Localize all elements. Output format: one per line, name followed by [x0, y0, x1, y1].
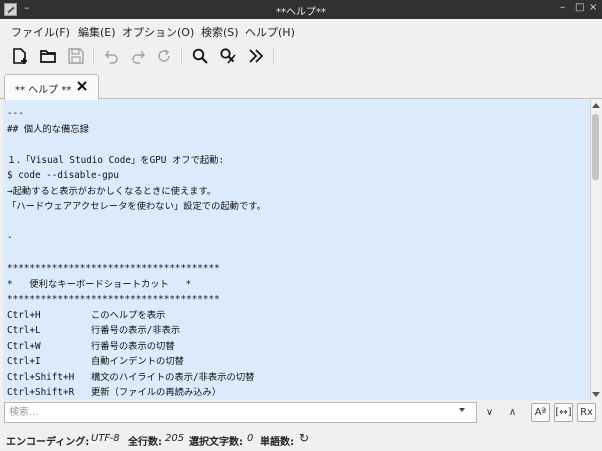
search-input[interactable]: [4, 402, 477, 423]
menu-edit[interactable]: 編集(E): [78, 24, 116, 40]
undo-button[interactable]: [100, 44, 124, 68]
toolbar-separator: [273, 47, 274, 65]
scroll-up-icon[interactable]: [592, 103, 600, 108]
new-file-button[interactable]: [8, 44, 32, 68]
folder-icon: [40, 50, 56, 63]
toolbar-separator: [93, 47, 94, 65]
double-chevron-right-icon: [249, 49, 264, 63]
toolbar: [0, 41, 602, 71]
find-previous-button[interactable]: ∧: [503, 403, 522, 422]
undo-icon: [105, 50, 118, 64]
tab-bar: ** ヘルプ **: [0, 74, 602, 100]
scroll-down-icon[interactable]: [592, 392, 600, 397]
save-icon: [68, 48, 84, 64]
status-bar: エンコーディング: UTF-8 全行数: 205 選択文字数: 0 単語数: ↻: [0, 426, 602, 451]
window-title: **ヘルプ**: [276, 7, 326, 18]
find-replace-button[interactable]: [216, 44, 240, 68]
app-window: ファイル(F) 編集(E) オプション(O) 検索(S) ヘルプ(H) ** ヘ…: [0, 19, 602, 451]
new-file-icon: [13, 48, 27, 64]
whole-word-toggle[interactable]: [↔]: [554, 403, 573, 422]
find-next-button[interactable]: ∨: [480, 403, 499, 422]
selection-count-value: 0: [247, 433, 254, 444]
regex-toggle[interactable]: Rx: [577, 403, 596, 422]
reload-icon: [158, 49, 170, 62]
scroll-thumb[interactable]: [592, 114, 599, 180]
search-replace-icon: [220, 48, 236, 64]
more-button[interactable]: [244, 44, 268, 68]
vertical-scrollbar[interactable]: [590, 100, 600, 400]
find-button[interactable]: [188, 44, 212, 68]
redo-icon: [132, 50, 145, 64]
reload-button[interactable]: [152, 44, 176, 68]
tab-help[interactable]: ** ヘルプ **: [4, 74, 99, 100]
minimize-button[interactable]: –: [560, 2, 565, 13]
match-case-toggle[interactable]: Aª: [531, 403, 550, 422]
close-tab-icon[interactable]: [75, 79, 89, 93]
close-window-button[interactable]: ×: [589, 2, 597, 13]
open-folder-button[interactable]: [36, 44, 60, 68]
menu-options[interactable]: オプション(O): [122, 24, 194, 40]
line-count-label: 全行数:: [128, 437, 162, 448]
search-icon: [192, 48, 208, 64]
search-history-dropdown-icon[interactable]: [459, 408, 465, 412]
encoding-value: UTF-8: [91, 433, 120, 444]
menu-bar: ファイル(F) 編集(E) オプション(O) 検索(S) ヘルプ(H): [0, 19, 602, 41]
selection-count-label: 選択文字数:: [189, 437, 243, 448]
menu-help[interactable]: ヘルプ(H): [245, 24, 295, 40]
text-editor[interactable]: --- ## 個人的な備忘録 １．「Visual Studio Code」をGP…: [3, 100, 590, 400]
redo-button[interactable]: [126, 44, 150, 68]
title-bar: – **ヘルプ** – □ ×: [0, 0, 602, 19]
menu-search[interactable]: 検索(S): [201, 24, 239, 40]
toolbar-separator: [181, 47, 182, 65]
encoding-label: エンコーディング:: [6, 437, 90, 448]
menu-file[interactable]: ファイル(F): [11, 24, 70, 40]
editor-content[interactable]: --- ## 個人的な備忘録 １．「Visual Studio Code」をGP…: [3, 100, 590, 400]
tab-label: ** ヘルプ **: [15, 85, 72, 96]
search-bar: ∨ ∧ Aª [↔] Rx: [0, 400, 602, 426]
save-button[interactable]: [64, 44, 88, 68]
word-count-label: 単語数:: [260, 437, 294, 448]
line-count-value: 205: [165, 433, 185, 444]
maximize-button[interactable]: □: [575, 2, 584, 13]
refresh-count-icon[interactable]: ↻: [299, 431, 309, 445]
